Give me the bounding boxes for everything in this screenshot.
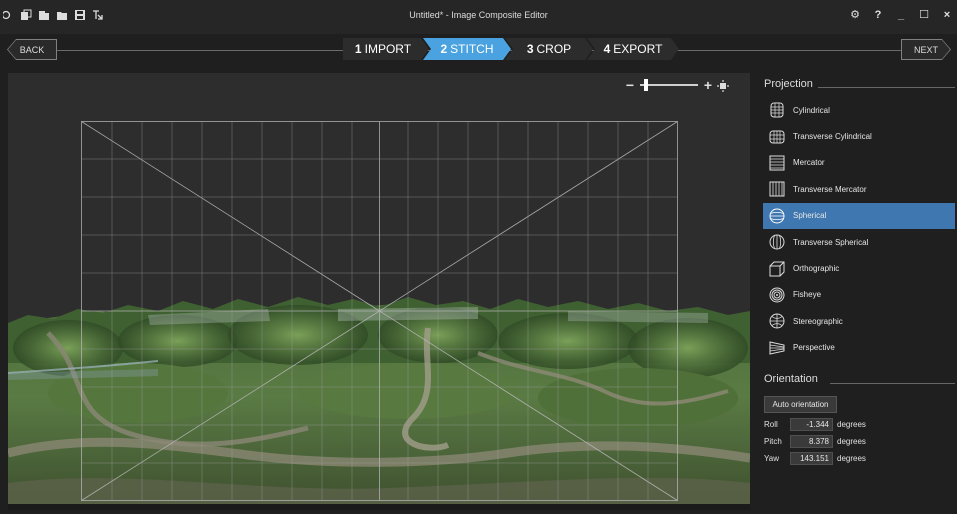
transverse-cylindrical-icon bbox=[766, 127, 788, 147]
back-button[interactable]: BACK bbox=[8, 40, 56, 59]
workflow-steps: 1 IMPORT 2 STITCH 3 CROP 4 EXPORT bbox=[343, 38, 673, 62]
roll-row: Roll -1.344 degrees bbox=[764, 417, 866, 431]
step-stitch[interactable]: 2 STITCH bbox=[423, 38, 511, 60]
zoom-out-button[interactable]: − bbox=[624, 78, 636, 92]
step-number: 4 bbox=[603, 42, 611, 56]
step-label: STITCH bbox=[450, 42, 494, 56]
transverse-spherical-icon bbox=[766, 232, 788, 252]
projection-item-mercator[interactable]: Mercator bbox=[763, 150, 955, 176]
settings-panel: Projection Cylindrical Transverse Cylind… bbox=[757, 73, 957, 514]
stereographic-icon bbox=[766, 311, 788, 331]
projection-label: Mercator bbox=[793, 158, 825, 168]
window-controls: ⚙ ? _ ☐ × bbox=[849, 8, 953, 22]
next-button[interactable]: NEXT bbox=[902, 40, 950, 59]
zoom-slider[interactable] bbox=[640, 79, 698, 91]
roll-unit: degrees bbox=[837, 419, 866, 429]
projection-label: Transverse Cylindrical bbox=[793, 132, 872, 142]
projection-item-orthographic[interactable]: Orthographic bbox=[763, 255, 955, 281]
projection-item-transverse-cylindrical[interactable]: Transverse Cylindrical bbox=[763, 123, 955, 149]
help-icon[interactable]: ? bbox=[872, 8, 884, 22]
step-label: IMPORT bbox=[364, 42, 412, 56]
pitch-unit: degrees bbox=[837, 436, 866, 446]
spherical-icon bbox=[766, 206, 788, 226]
projection-label: Cylindrical bbox=[793, 105, 830, 115]
projection-divider bbox=[818, 87, 955, 88]
projection-item-perspective[interactable]: Perspective bbox=[763, 335, 955, 361]
yaw-unit: degrees bbox=[837, 453, 866, 463]
pitch-row: Pitch 8.378 degrees bbox=[764, 434, 866, 448]
zoom-slider-thumb[interactable] bbox=[643, 79, 648, 91]
yaw-row: Yaw 143.151 degrees bbox=[764, 451, 866, 465]
step-label: CROP bbox=[536, 42, 572, 56]
yaw-input[interactable]: 143.151 bbox=[790, 451, 833, 465]
close-icon[interactable]: × bbox=[941, 8, 953, 22]
projection-label: Fisheye bbox=[793, 290, 822, 300]
mercator-icon bbox=[766, 153, 788, 173]
step-number: 3 bbox=[526, 42, 534, 56]
orientation-heading: Orientation bbox=[764, 373, 818, 385]
title-bar: Untitled* - Image Composite Editor ⚙ ? _… bbox=[0, 0, 957, 34]
fisheye-icon bbox=[766, 285, 788, 305]
workflow-nav: BACK 1 IMPORT 2 STITCH 3 CROP 4 EXPORT N… bbox=[0, 38, 957, 62]
yaw-label: Yaw bbox=[764, 453, 779, 463]
step-label: EXPORT bbox=[613, 42, 663, 56]
projection-label: Stereographic bbox=[793, 316, 843, 326]
projection-label: Transverse Spherical bbox=[793, 237, 869, 247]
projection-item-fisheye[interactable]: Fisheye bbox=[763, 282, 955, 308]
projection-item-spherical[interactable]: Spherical bbox=[763, 202, 955, 229]
step-crop[interactable]: 3 CROP bbox=[505, 38, 593, 60]
window-title: Untitled* - Image Composite Editor bbox=[409, 10, 548, 20]
projection-label: Orthographic bbox=[793, 264, 840, 274]
projection-item-stereographic[interactable]: Stereographic bbox=[763, 308, 955, 334]
projection-item-cylindrical[interactable]: Cylindrical bbox=[763, 97, 955, 123]
step-import[interactable]: 1 IMPORT bbox=[343, 38, 429, 60]
step-export[interactable]: 4 EXPORT bbox=[587, 38, 679, 60]
projection-label: Perspective bbox=[793, 343, 835, 353]
projection-heading: Projection bbox=[764, 78, 813, 90]
step-number: 1 bbox=[354, 42, 362, 56]
projection-label: Spherical bbox=[793, 211, 827, 221]
panorama-preview bbox=[8, 121, 750, 510]
auto-orientation-button[interactable]: Auto orientation bbox=[764, 396, 837, 413]
minimize-icon[interactable]: _ bbox=[895, 8, 907, 22]
pitch-label: Pitch bbox=[764, 436, 782, 446]
projection-label: Transverse Mercator bbox=[793, 184, 867, 194]
zoom-in-button[interactable]: + bbox=[702, 78, 714, 92]
step-number: 2 bbox=[440, 42, 448, 56]
projection-item-transverse-spherical[interactable]: Transverse Spherical bbox=[763, 229, 955, 255]
cylindrical-icon bbox=[766, 100, 788, 120]
orthographic-icon bbox=[766, 259, 788, 279]
maximize-icon[interactable]: ☐ bbox=[918, 8, 930, 22]
roll-input[interactable]: -1.344 bbox=[790, 417, 833, 431]
settings-icon[interactable]: ⚙ bbox=[849, 8, 861, 22]
orientation-divider bbox=[830, 383, 955, 384]
transverse-mercator-icon bbox=[766, 179, 788, 199]
perspective-icon bbox=[766, 338, 788, 358]
pitch-input[interactable]: 8.378 bbox=[790, 434, 833, 448]
stitch-canvas[interactable] bbox=[8, 73, 750, 510]
projection-list: Cylindrical Transverse Cylindrical Merca… bbox=[763, 97, 955, 361]
fit-to-window-icon[interactable] bbox=[717, 79, 729, 92]
roll-label: Roll bbox=[764, 419, 778, 429]
zoom-control: − + bbox=[624, 78, 729, 92]
projection-item-transverse-mercator[interactable]: Transverse Mercator bbox=[763, 176, 955, 202]
